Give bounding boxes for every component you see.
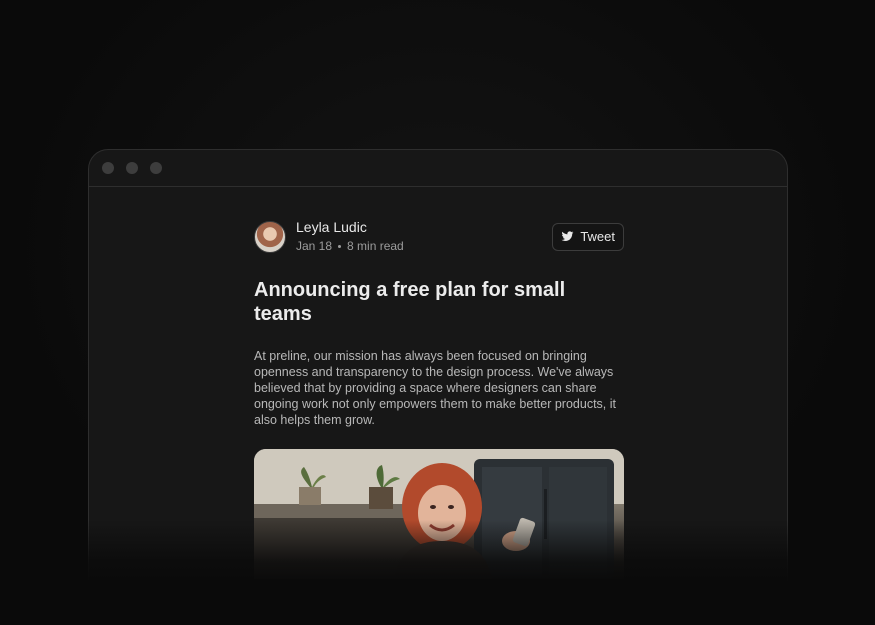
author-name[interactable]: Leyla Ludic	[296, 219, 404, 236]
author: Leyla Ludic Jan 18 8 min read	[254, 219, 404, 254]
tweet-label: Tweet	[580, 229, 615, 244]
author-row: Leyla Ludic Jan 18 8 min read Tweet	[254, 219, 624, 254]
minimize-dot[interactable]	[126, 162, 138, 174]
maximize-dot[interactable]	[150, 162, 162, 174]
hero-photo	[254, 449, 624, 579]
blog-post: Leyla Ludic Jan 18 8 min read Tweet Anno…	[254, 219, 624, 579]
post-body: At preline, our mission has always been …	[254, 349, 616, 427]
post-date: Jan 18	[296, 239, 333, 253]
post-title: Announcing a free plan for small teams	[254, 279, 566, 325]
meta-separator	[338, 244, 342, 248]
stage: Leyla Ludic Jan 18 8 min read Tweet Anno…	[0, 0, 875, 625]
post-meta: Jan 18 8 min read	[296, 238, 404, 254]
close-dot[interactable]	[102, 162, 114, 174]
twitter-icon	[561, 231, 574, 241]
author-info: Leyla Ludic Jan 18 8 min read	[296, 219, 404, 254]
avatar[interactable]	[254, 220, 286, 253]
window-titlebar	[89, 150, 787, 187]
read-time: 8 min read	[347, 239, 404, 253]
browser-window: Leyla Ludic Jan 18 8 min read Tweet Anno…	[88, 149, 788, 625]
hero-photo-illustration	[254, 449, 624, 579]
tweet-button[interactable]: Tweet	[552, 222, 624, 251]
